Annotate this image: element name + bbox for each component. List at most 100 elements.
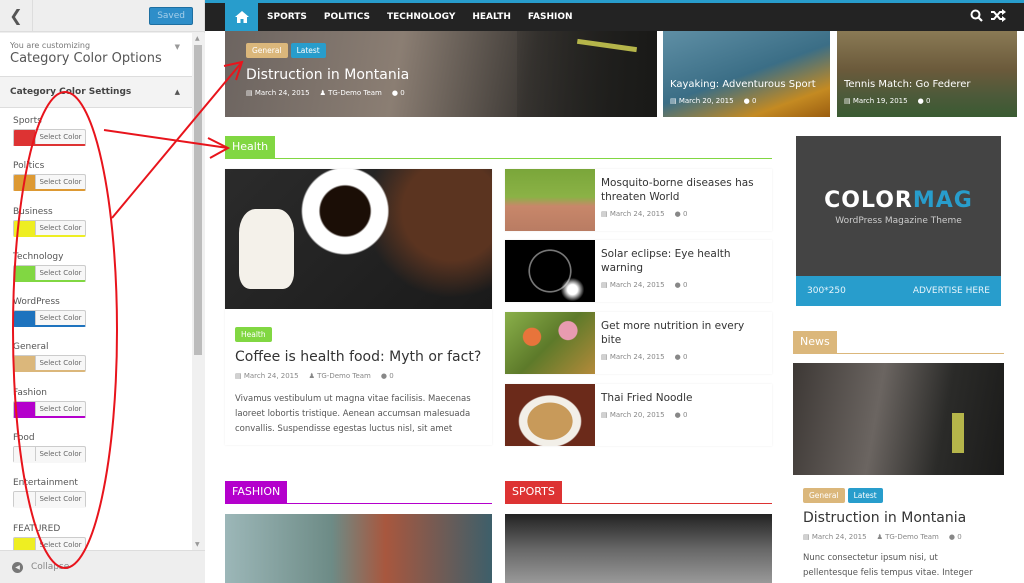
comment-count[interactable]: 0 — [957, 533, 961, 541]
select-color-button[interactable]: Select Color — [13, 219, 86, 237]
search-icon[interactable] — [970, 9, 983, 22]
list-item[interactable]: Solar eclipse: Eye health warning ▤ Marc… — [505, 240, 772, 302]
comment-count[interactable]: 0 — [752, 97, 756, 105]
color-swatch[interactable] — [14, 175, 36, 190]
health-main-post[interactable]: Health Coffee is health food: Myth or fa… — [225, 169, 492, 445]
list-item[interactable]: Get more nutrition in every bite ▤ March… — [505, 312, 772, 374]
comment-count[interactable]: 0 — [683, 281, 687, 289]
post-title[interactable]: Get more nutrition in every bite — [601, 319, 766, 347]
news-heading-label[interactable]: News — [793, 331, 837, 354]
eclipse-image[interactable] — [505, 240, 595, 302]
post-date[interactable]: March 24, 2015 — [812, 533, 867, 541]
sports-image[interactable] — [505, 514, 772, 583]
colormag-logo: COLORMAG — [796, 188, 1001, 213]
firefighter-image[interactable] — [793, 363, 1004, 475]
comment-count[interactable]: 0 — [926, 97, 930, 105]
color-swatch[interactable] — [14, 537, 36, 550]
select-color-button[interactable]: Select Color — [13, 400, 86, 418]
color-control: Technology Select Color — [13, 248, 192, 293]
post-author[interactable]: TG-Demo Team — [317, 372, 371, 380]
advertise-here-link[interactable]: ADVERTISE HERE — [913, 286, 990, 296]
fashion-heading-label[interactable]: FASHION — [225, 481, 288, 504]
post-date[interactable]: March 24, 2015 — [244, 372, 299, 380]
thumb-title[interactable]: Kayaking: Adventurous Sport — [670, 79, 816, 90]
comment-count[interactable]: 0 — [389, 372, 393, 380]
color-swatch[interactable] — [14, 311, 36, 326]
select-color-button[interactable]: Select Color — [13, 536, 86, 550]
select-color-button[interactable]: Select Color — [13, 355, 86, 373]
category-badge-general[interactable]: General — [803, 488, 845, 503]
caret-down-icon[interactable]: ▼ — [175, 43, 180, 51]
color-swatch[interactable] — [14, 492, 36, 507]
color-control-label: Politics — [13, 161, 45, 172]
nav-item-health[interactable]: HEALTH — [472, 12, 511, 22]
scroll-down-icon[interactable]: ▼ — [195, 541, 200, 548]
scrollbar[interactable]: ▲ ▼ — [192, 33, 205, 550]
nav-item-politics[interactable]: POLITICS — [324, 12, 370, 22]
color-swatch[interactable] — [14, 447, 36, 462]
post-date[interactable]: March 20, 2015 — [679, 97, 734, 105]
back-button[interactable]: ❮ — [0, 0, 33, 32]
color-swatch[interactable] — [14, 130, 36, 144]
saved-button[interactable]: Saved — [149, 6, 193, 25]
color-swatch[interactable] — [14, 401, 36, 416]
health-heading-label[interactable]: Health — [225, 136, 276, 159]
post-title[interactable]: Distruction in Montania — [803, 510, 994, 526]
comment-count[interactable]: 0 — [683, 411, 687, 419]
post-author[interactable]: TG-Demo Team — [885, 533, 939, 541]
post-title[interactable]: Mosquito-borne diseases has threaten Wor… — [601, 176, 766, 204]
select-color-button[interactable]: Select Color — [13, 174, 86, 192]
select-color-button[interactable]: Select Color — [13, 264, 86, 282]
comment-count[interactable]: 0 — [683, 353, 687, 361]
list-item[interactable]: Mosquito-borne diseases has threaten Wor… — [505, 169, 772, 231]
color-swatch[interactable] — [14, 265, 36, 280]
noodle-image[interactable] — [505, 384, 595, 446]
post-title[interactable]: Coffee is health food: Myth or fact? — [235, 349, 482, 365]
post-date[interactable]: March 24, 2015 — [610, 281, 665, 289]
fashion-image[interactable] — [225, 514, 492, 583]
customizer-info[interactable]: You are customizing Category Color Optio… — [0, 33, 192, 77]
nav-item-sports[interactable]: SPORTS — [267, 12, 307, 22]
select-color-button[interactable]: Select Color — [13, 446, 86, 464]
home-button[interactable] — [225, 3, 258, 31]
select-color-button[interactable]: Select Color — [13, 310, 86, 328]
post-title[interactable]: Thai Fried Noodle — [601, 391, 766, 405]
post-date[interactable]: March 24, 2015 — [610, 353, 665, 361]
advertisement-banner[interactable]: COLORMAG WordPress Magazine Theme 300*25… — [796, 136, 1001, 306]
category-badge-general[interactable]: General — [246, 43, 288, 58]
hero-title[interactable]: Distruction in Montania — [246, 67, 409, 83]
collapse-button[interactable]: ◀ Collapse — [0, 550, 205, 583]
category-badge-latest[interactable]: Latest — [847, 488, 883, 503]
thumb-title[interactable]: Tennis Match: Go Federer — [844, 79, 971, 90]
featured-thumb-kayaking[interactable]: Kayaking: Adventurous Sport ▤ March 20, … — [663, 31, 830, 117]
post-date[interactable]: March 24, 2015 — [610, 210, 665, 218]
fruits-image[interactable] — [505, 312, 595, 374]
post-date[interactable]: March 24, 2015 — [255, 89, 310, 97]
category-badge-health[interactable]: Health — [235, 327, 272, 342]
shuffle-icon[interactable] — [991, 9, 1006, 22]
post-title[interactable]: Solar eclipse: Eye health warning — [601, 247, 766, 275]
category-badge-latest[interactable]: Latest — [290, 43, 326, 58]
comment-count[interactable]: 0 — [683, 210, 687, 218]
select-color-button[interactable]: Select Color — [13, 491, 86, 509]
scroll-up-icon[interactable]: ▲ — [195, 35, 200, 42]
logo-part-a: COLOR — [824, 188, 913, 213]
list-item[interactable]: Thai Fried Noodle ▤ March 20, 2015 ● 0 — [505, 384, 772, 446]
nav-item-technology[interactable]: TECHNOLOGY — [387, 12, 455, 22]
logo-part-b: MAG — [912, 188, 973, 213]
hero-slider[interactable]: General Latest Distruction in Montania ▤… — [225, 31, 657, 117]
post-date[interactable]: March 20, 2015 — [610, 411, 665, 419]
sports-heading-label[interactable]: SPORTS — [505, 481, 562, 504]
nav-item-fashion[interactable]: FASHION — [528, 12, 573, 22]
comment-count[interactable]: 0 — [400, 89, 404, 97]
post-author[interactable]: TG-Demo Team — [328, 89, 382, 97]
color-swatch[interactable] — [14, 356, 36, 371]
color-swatch[interactable] — [14, 220, 36, 235]
select-color-button[interactable]: Select Color — [13, 129, 86, 146]
mosquito-image[interactable] — [505, 169, 595, 231]
section-title[interactable]: Category Color Settings ▲ — [0, 77, 192, 108]
coffee-image[interactable] — [225, 169, 492, 309]
featured-thumb-tennis[interactable]: Tennis Match: Go Federer ▤ March 19, 201… — [837, 31, 1017, 117]
post-date[interactable]: March 19, 2015 — [853, 97, 908, 105]
scrollbar-thumb[interactable] — [194, 45, 202, 355]
